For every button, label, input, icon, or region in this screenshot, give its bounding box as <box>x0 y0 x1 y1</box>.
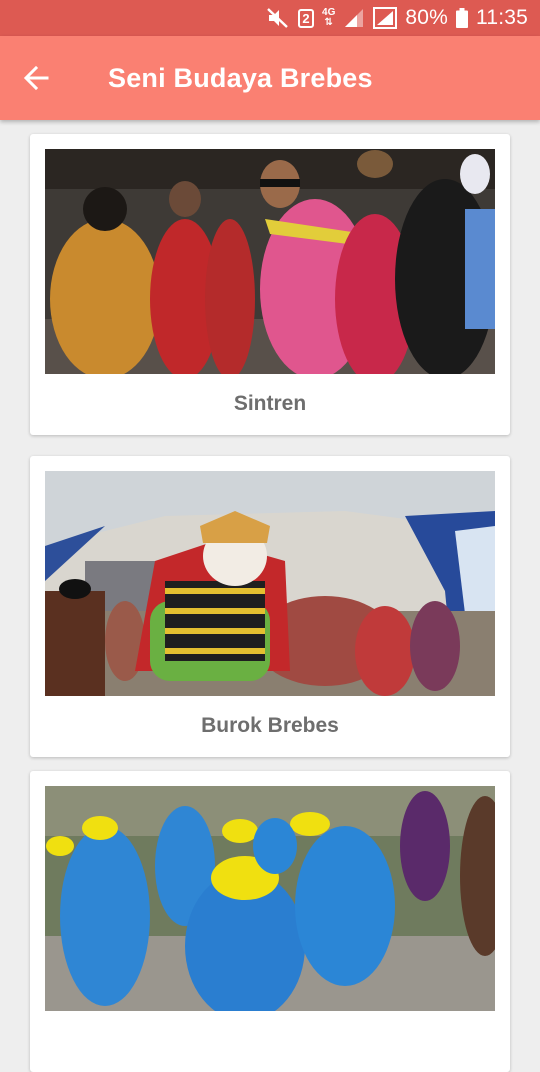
clock: 11:35 <box>476 6 528 29</box>
notification-badge-icon: 2 <box>298 8 315 28</box>
app-bar: Seni Budaya Brebes <box>0 36 540 120</box>
battery-icon <box>456 8 468 28</box>
card-image-sintren <box>45 149 495 374</box>
card-image-burok-brebes <box>45 471 495 696</box>
page-title: Seni Budaya Brebes <box>108 62 373 93</box>
card-label: Sintren <box>233 392 307 415</box>
card-image-third <box>45 786 495 1011</box>
signal-alt-icon <box>373 7 398 29</box>
battery-level: 80% <box>405 6 448 29</box>
data-arrows: ⇅ <box>324 17 333 28</box>
list-item[interactable] <box>30 771 510 1072</box>
mute-icon <box>266 7 290 29</box>
network-type-icon: 4G ⇅ <box>322 8 335 28</box>
list-item[interactable]: Burok Brebes <box>30 456 510 757</box>
card-label: Burok Brebes <box>201 714 339 737</box>
list-item[interactable]: Sintren <box>30 134 510 435</box>
back-arrow-icon <box>23 65 49 91</box>
signal-icon <box>343 8 365 28</box>
status-bar: 2 4G ⇅ 80% 11:35 <box>0 0 540 36</box>
back-button[interactable] <box>0 36 72 120</box>
